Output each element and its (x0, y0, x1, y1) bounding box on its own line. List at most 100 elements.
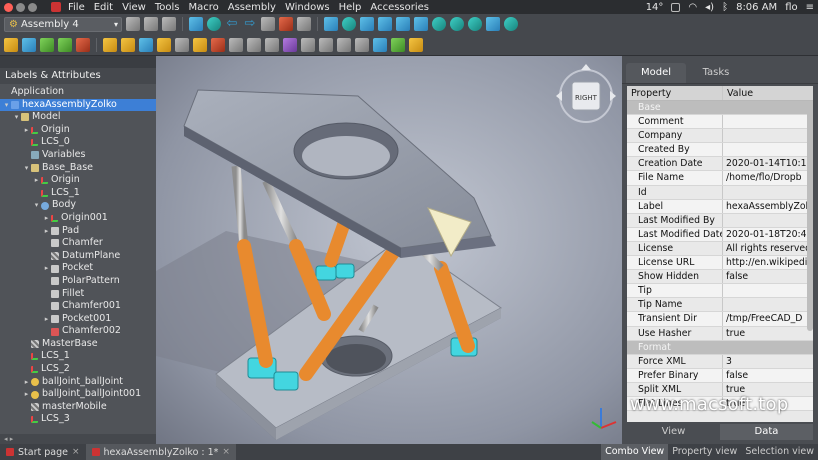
macro-icon[interactable] (189, 17, 203, 31)
view-rear-icon[interactable] (414, 17, 428, 31)
arrow-left-icon[interactable]: ⇦ (225, 17, 239, 31)
help-icon[interactable] (337, 37, 351, 52)
view-top-icon[interactable] (378, 17, 392, 31)
tree-item[interactable]: masterMobile (0, 401, 156, 414)
property-row[interactable]: Show Hidden false (627, 270, 813, 285)
explode-icon[interactable] (355, 37, 369, 52)
info-icon[interactable] (373, 37, 387, 52)
new-plane-icon[interactable] (157, 37, 171, 52)
record-macro-icon[interactable] (279, 17, 293, 31)
column-header-property[interactable]: Property (627, 86, 723, 100)
tree-item[interactable]: ▾ Base_Base (0, 162, 156, 175)
property-value[interactable] (723, 284, 813, 297)
menu-assembly[interactable]: Assembly (228, 2, 276, 13)
tree-item[interactable]: ▸ ballJoint_ballJoint (0, 376, 156, 389)
tree-item[interactable]: ▸ Pocket (0, 262, 156, 275)
property-value[interactable] (723, 143, 813, 156)
refresh-icon[interactable] (207, 17, 221, 31)
menu-view[interactable]: View (122, 2, 146, 13)
property-value[interactable]: hexaAssemblyZol (723, 200, 813, 213)
menu-help[interactable]: Help (339, 2, 362, 13)
clock[interactable]: 8:06 AM (736, 2, 777, 13)
property-value[interactable]: /home/flo/Dropb (723, 171, 813, 184)
property-value[interactable]: 3 (723, 355, 813, 368)
3d-viewport[interactable]: RIGHT (156, 56, 622, 444)
collapsed-arrow-icon[interactable]: ▸ (42, 313, 51, 326)
draw-style-icon[interactable] (342, 17, 356, 31)
wifi-icon[interactable]: ◠ (688, 2, 697, 13)
new-model-icon[interactable] (4, 37, 18, 52)
collapsed-arrow-icon[interactable]: ▸ (42, 225, 51, 238)
new-body-icon[interactable] (40, 37, 54, 52)
view-left-icon[interactable] (468, 17, 482, 31)
new-axis-icon[interactable] (139, 37, 153, 52)
property-row[interactable]: Comment (627, 115, 813, 130)
property-row[interactable]: Created By (627, 143, 813, 158)
tree-item[interactable]: Chamfer002 (0, 325, 156, 338)
expanded-arrow-icon[interactable]: ▾ (2, 99, 11, 112)
property-row[interactable]: Last Modified Date 2020-01-18T20:4 (627, 227, 813, 242)
viewport-canvas[interactable]: RIGHT (156, 56, 622, 444)
list-icon[interactable]: ≡ (806, 2, 814, 13)
property-row[interactable]: Tip (627, 284, 813, 299)
release-icon[interactable] (193, 37, 207, 52)
menu-accessories[interactable]: Accessories (370, 2, 429, 13)
property-row[interactable]: Creation Date 2020-01-14T10:10 (627, 157, 813, 172)
place-link-icon[interactable] (175, 37, 189, 52)
property-row[interactable]: Id (627, 185, 813, 200)
menu-macro[interactable]: Macro (188, 2, 218, 13)
new-datum-icon[interactable] (103, 37, 117, 52)
tree-item[interactable]: ▸ Origin (0, 124, 156, 137)
maximize-window-button[interactable] (28, 2, 37, 12)
tree-item[interactable]: Chamfer001 (0, 300, 156, 313)
new-point-icon[interactable] (121, 37, 135, 52)
close-icon[interactable]: × (222, 447, 230, 457)
tree-item[interactable]: LCS_3 (0, 413, 156, 426)
property-table[interactable]: Property Value Base Comment Company Created… (627, 86, 813, 422)
tab-property-view[interactable]: Property view (668, 444, 741, 460)
menu-windows[interactable]: Windows (285, 2, 330, 13)
new-variable-icon[interactable] (229, 37, 243, 52)
insert-link-icon[interactable] (58, 37, 72, 52)
tree-item[interactable]: LCS_1 (0, 187, 156, 200)
tree-item[interactable]: ▾ hexaAssemblyZolko (0, 98, 156, 112)
tree-item[interactable]: LCS_1 (0, 350, 156, 363)
property-row[interactable]: File Name/home/flo/Dropb (627, 171, 813, 186)
view-axo-icon[interactable] (432, 17, 446, 31)
insert-fastener-icon[interactable] (283, 37, 297, 52)
property-row[interactable]: Transient Dir/tmp/FreeCAD_D (627, 312, 813, 327)
close-icon[interactable]: × (72, 447, 80, 457)
collapsed-arrow-icon[interactable]: ▸ (42, 212, 51, 225)
collapsed-arrow-icon[interactable]: ▸ (22, 388, 31, 401)
tab-tasks[interactable]: Tasks (686, 63, 746, 83)
property-value[interactable]: http://en.wikipedi (723, 256, 813, 269)
expanded-arrow-icon[interactable]: ▾ (12, 111, 21, 124)
tab-model[interactable]: Model (626, 63, 686, 83)
std-views-icon[interactable] (504, 17, 518, 31)
freecad-app-icon[interactable] (51, 2, 61, 12)
view-right-icon[interactable] (396, 17, 410, 31)
property-group[interactable]: Base (627, 101, 813, 116)
property-row[interactable]: Label hexaAssemblyZol (627, 199, 813, 214)
tab-selection-view[interactable]: Selection view (741, 444, 818, 460)
property-value[interactable] (723, 214, 813, 227)
tree-item[interactable]: ▸ ballJoint_ballJoint001 (0, 388, 156, 401)
zoom-fit-icon[interactable] (324, 17, 338, 31)
menu-edit[interactable]: Edit (94, 2, 113, 13)
property-row[interactable]: Prefer Binary false (627, 368, 813, 383)
arrow-right-icon[interactable]: ⇨ (243, 17, 257, 31)
property-row[interactable]: Company (627, 129, 813, 144)
new-part-icon[interactable] (22, 37, 36, 52)
tree-item[interactable]: ▸ Pad (0, 225, 156, 238)
property-value[interactable]: 2020-01-14T10:10 (723, 157, 813, 170)
tree-item[interactable]: ▸ Origin (0, 174, 156, 187)
tree-item[interactable]: ▸ Origin001 (0, 212, 156, 225)
view-front-icon[interactable] (360, 17, 374, 31)
property-row[interactable]: Last Modified By (627, 213, 813, 228)
bom-icon[interactable] (319, 37, 333, 52)
hand-icon[interactable] (261, 17, 275, 31)
property-row[interactable]: Use Hasher true (627, 326, 813, 341)
partlist-icon[interactable] (391, 37, 405, 52)
column-header-value[interactable]: Value (723, 86, 813, 100)
tree-item[interactable]: ▾ Model (0, 111, 156, 124)
